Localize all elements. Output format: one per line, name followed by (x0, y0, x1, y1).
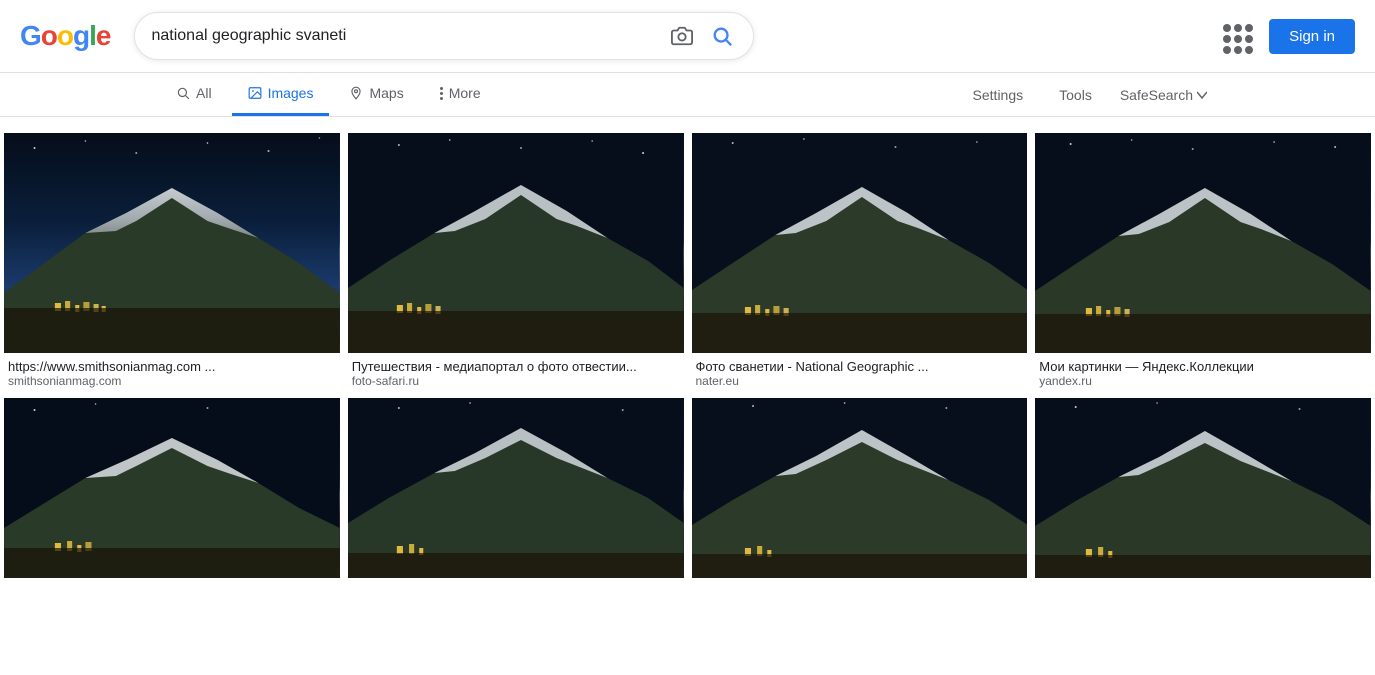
image-source-title: Мои картинки — Яндекс.Коллекции (1039, 359, 1367, 374)
tab-all-label: All (196, 85, 212, 101)
image-result-r1c2[interactable]: Путешествия - медиапортал о фото отвеcти… (348, 133, 684, 390)
logo-e: e (96, 20, 111, 52)
image-source-domain: smithsonianmag.com (8, 374, 336, 388)
image-column-4: Мои картинки — Яндекс.Коллекции yandex.r… (1031, 129, 1375, 582)
image-result-r2c1[interactable] (4, 398, 340, 578)
tab-images[interactable]: Images (232, 73, 330, 116)
search-icon (176, 86, 190, 100)
mountain-svg-2 (4, 398, 340, 578)
sign-in-button[interactable]: Sign in (1269, 19, 1355, 54)
nav-right: Settings Tools SafeSearch (957, 75, 1215, 115)
image-result-r1c3[interactable]: Фото сванетии - National Geographic ... … (692, 133, 1028, 390)
more-dots-icon (440, 85, 443, 101)
logo-o2: o (57, 20, 73, 52)
image-caption: https://www.smithsonianmag.com ... smith… (4, 353, 340, 390)
header-right: Sign in (1213, 14, 1355, 58)
tab-maps-label: Maps (369, 85, 403, 101)
nav-tabs: All Images Maps More Settings Tools Safe… (0, 73, 1375, 117)
image-result-r2c3[interactable] (692, 398, 1028, 578)
settings-link[interactable]: Settings (957, 75, 1040, 115)
image-column-3: Фото сванетии - National Geographic ... … (688, 129, 1032, 582)
apps-grid-icon (1219, 20, 1251, 52)
image-result-r2c4[interactable] (1035, 398, 1371, 578)
maps-icon (349, 86, 363, 100)
image-result-r2c2[interactable] (348, 398, 684, 578)
tab-maps[interactable]: Maps (333, 73, 419, 116)
tab-all[interactable]: All (160, 73, 228, 116)
image-result-r1c1[interactable]: https://www.smithsonianmag.com ... smith… (4, 133, 340, 390)
logo-g: G (20, 20, 41, 52)
image-thumbnail (1035, 398, 1371, 578)
image-result-r1c4[interactable]: Мои картинки — Яндекс.Коллекции yandex.r… (1035, 133, 1371, 390)
image-column-1: https://www.smithsonianmag.com ... smith… (0, 129, 344, 582)
image-source-domain: yandex.ru (1039, 374, 1367, 388)
image-thumbnail (4, 133, 340, 353)
image-caption: Путешествия - медиапортал о фото отвеcти… (348, 353, 684, 390)
image-thumbnail (692, 133, 1028, 353)
image-source-title: https://www.smithsonianmag.com ... (8, 359, 336, 374)
camera-search-button[interactable] (667, 21, 697, 51)
image-source-title: Путешествия - медиапортал о фото отвеcти… (352, 359, 680, 374)
image-column-2: Путешествия - медиапортал о фото отвеcти… (344, 129, 688, 582)
search-bar: national geographic svaneti (134, 12, 754, 60)
mountain-svg (4, 133, 340, 353)
tab-images-label: Images (268, 85, 314, 101)
search-icons (667, 21, 737, 51)
search-input[interactable]: national geographic svaneti (151, 27, 667, 45)
image-results-grid: https://www.smithsonianmag.com ... smith… (0, 117, 1375, 582)
image-source-title: Фото сванетии - National Geographic ... (696, 359, 1024, 374)
header: Google national geographic svaneti (0, 0, 1375, 73)
search-button[interactable] (707, 21, 737, 51)
image-caption: Фото сванетии - National Geographic ... … (692, 353, 1028, 390)
image-caption: Мои картинки — Яндекс.Коллекции yandex.r… (1035, 353, 1371, 390)
images-icon (248, 86, 262, 100)
image-source-domain: foto-safari.ru (352, 374, 680, 388)
logo-o1: o (41, 20, 57, 52)
image-source-domain: nater.eu (696, 374, 1024, 388)
image-thumbnail (348, 133, 684, 353)
tools-button[interactable]: Tools (1043, 75, 1108, 115)
tab-more[interactable]: More (424, 73, 497, 116)
image-thumbnail (1035, 133, 1371, 353)
tab-more-label: More (449, 85, 481, 101)
google-logo[interactable]: Google (20, 20, 110, 52)
apps-button[interactable] (1213, 14, 1257, 58)
safe-search-toggle[interactable]: SafeSearch (1112, 75, 1215, 115)
safe-search-label: SafeSearch (1120, 87, 1193, 103)
logo-l: l (89, 20, 96, 52)
image-thumbnail (692, 398, 1028, 578)
chevron-down-icon (1197, 90, 1207, 100)
logo-g2: g (73, 20, 89, 52)
image-thumbnail (4, 398, 340, 578)
image-thumbnail (348, 398, 684, 578)
